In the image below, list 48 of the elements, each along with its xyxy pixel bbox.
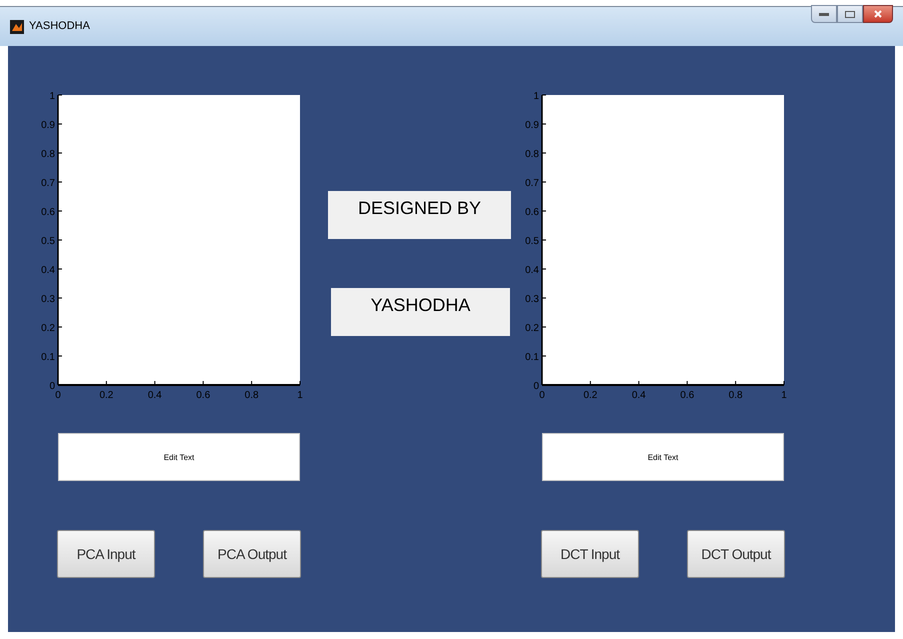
y-tick-label: 0.3 [41, 294, 55, 305]
y-tick-label: 0.8 [41, 149, 55, 160]
static-text: YASHODHA [331, 288, 510, 336]
y-tick-label: 0.5 [41, 236, 55, 247]
x-tick-label: 0.8 [728, 390, 743, 400]
x-tick-label: 0.8 [244, 390, 259, 400]
static-text: DESIGNED BY [328, 191, 511, 239]
x-tick-label: 0.6 [680, 390, 694, 400]
x-tick-label: 0.4 [632, 390, 646, 400]
x-tick-label: 0.2 [583, 390, 598, 400]
push-button[interactable]: DCT Input [541, 530, 639, 578]
y-tick-label: 0.1 [525, 352, 539, 363]
y-tick-label: 0.2 [525, 323, 539, 334]
y-tick-label: 0.9 [41, 120, 55, 131]
x-tick-label: 0 [55, 390, 61, 400]
y-tick-label: 0.1 [41, 352, 55, 363]
close-icon [874, 10, 882, 18]
y-tick-label: 0.5 [525, 236, 539, 247]
y-tick-label: 0.9 [525, 120, 539, 131]
y-tick-label: 0.3 [525, 294, 539, 305]
push-button[interactable]: PCA Input [57, 530, 155, 578]
app-icon [10, 20, 24, 34]
push-button[interactable]: DCT Output [687, 530, 785, 578]
y-tick-label: 0.4 [41, 265, 55, 276]
x-tick-label: 1 [781, 390, 787, 400]
y-tick-label: 0.8 [525, 149, 539, 160]
y-tick-label: 1 [533, 91, 539, 102]
minimize-button[interactable] [811, 5, 837, 23]
y-tick-label: 0.6 [41, 207, 55, 218]
y-tick-label: 0.7 [41, 178, 55, 189]
maximize-button[interactable] [837, 5, 863, 23]
y-tick-label: 1 [49, 91, 55, 102]
y-tick-label: 0 [49, 381, 55, 392]
edit-text-field[interactable]: Edit Text [542, 433, 784, 481]
x-tick-label: 0.2 [99, 390, 114, 400]
x-tick-label: 0.4 [148, 390, 162, 400]
y-tick-label: 0.6 [525, 207, 539, 218]
y-tick-label: 0 [533, 381, 539, 392]
x-tick-label: 1 [297, 390, 303, 400]
window-title: YASHODHA [29, 19, 90, 34]
push-button[interactable]: PCA Output [203, 530, 301, 578]
y-tick-label: 0.7 [525, 178, 539, 189]
close-button[interactable] [863, 5, 893, 23]
edit-text-field[interactable]: Edit Text [58, 433, 300, 481]
y-tick-label: 0.4 [525, 265, 539, 276]
x-tick-label: 0 [539, 390, 545, 400]
x-tick-label: 0.6 [196, 390, 210, 400]
y-tick-label: 0.2 [41, 323, 55, 334]
